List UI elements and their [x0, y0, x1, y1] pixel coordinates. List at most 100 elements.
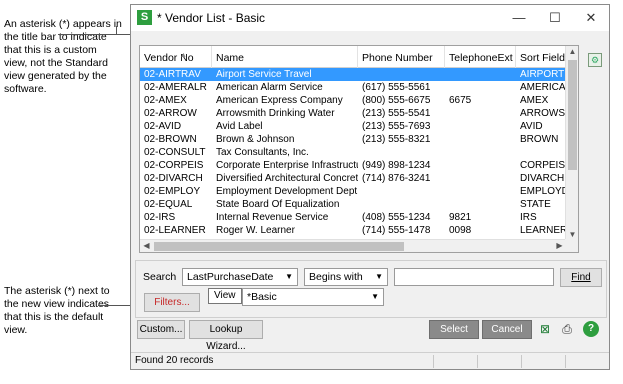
cancel-button[interactable]: Cancel: [482, 320, 532, 339]
custom-button[interactable]: Custom...: [137, 320, 185, 339]
cell-vendor-no: 02-CONSULT: [144, 147, 206, 158]
cell-vendor-no: 02-DIVARCH: [144, 173, 203, 184]
vertical-scrollbar[interactable]: ▲ ▼: [565, 46, 578, 240]
cell-sort-field: BROWN: [520, 134, 559, 145]
sort-up-icon: ▲: [180, 52, 187, 59]
close-button[interactable]: ✕: [573, 5, 609, 31]
view-select[interactable]: *Basic ▼: [242, 288, 384, 306]
sage-app-icon: S: [137, 10, 152, 25]
cell-vendor-no: 02-ARROW: [144, 108, 197, 119]
cell-vendor-no: 02-EQUAL: [144, 199, 193, 210]
table-row[interactable]: 02-CONSULT Tax Consultants, Inc.: [140, 146, 566, 159]
table-row[interactable]: 02-EMPLOY Employment Development Dept EMPL…: [140, 185, 566, 198]
cell-phone: (213) 555-7693: [362, 121, 431, 132]
cell-sort-field: AMERICAN: [520, 82, 566, 93]
cell-name: Airport Service Travel: [216, 69, 312, 80]
cell-vendor-no: 02-EMPLOY: [144, 186, 201, 197]
view-tooltip: View: [208, 288, 242, 304]
table-row[interactable]: 02-BROWN Brown & Johnson (213) 555-8321 BRO…: [140, 133, 566, 146]
table-row[interactable]: 02-AIRTRAV Airport Service Travel AIRPORT: [140, 68, 566, 81]
chevron-down-icon: ▼: [371, 292, 379, 301]
table-row[interactable]: 02-DIVARCH Diversified Architectural Conc…: [140, 172, 566, 185]
cell-sort-field: AMEX: [520, 95, 549, 106]
grid-header: ▲ Vendor No Name Phone Number TelephoneE…: [140, 46, 566, 68]
cell-telephone-ext: [445, 133, 516, 146]
cell-sort-field: AIRPORT: [520, 69, 565, 80]
window-title: * Vendor List - Basic: [157, 11, 266, 25]
column-header-name[interactable]: Name: [212, 46, 358, 68]
minimize-button[interactable]: —: [501, 5, 537, 31]
find-button[interactable]: Find: [560, 268, 602, 287]
status-cell: [521, 355, 561, 368]
cell-phone: [358, 146, 445, 159]
cell-sort-field: STATE: [520, 199, 551, 210]
cell-telephone-ext: 0098: [449, 225, 472, 236]
cell-name: Employment Development Dept: [216, 186, 358, 197]
search-operator-select[interactable]: Begins with ▼: [304, 268, 388, 286]
cell-name: American Alarm Service: [216, 82, 323, 93]
column-header-phone[interactable]: Phone Number: [358, 46, 445, 68]
horizontal-scroll-thumb[interactable]: [154, 242, 404, 251]
search-value-input[interactable]: [394, 268, 554, 286]
scroll-up-icon[interactable]: ▲: [566, 47, 578, 56]
table-row[interactable]: 02-EQUAL State Board Of Equalization STATE: [140, 198, 566, 211]
cell-telephone-ext: [445, 172, 516, 185]
cell-phone: (617) 555-5561: [362, 82, 431, 93]
status-bar: Found 20 records: [131, 352, 609, 369]
cell-phone: (949) 898-1234: [362, 160, 431, 171]
cell-phone: (714) 876-3241: [362, 173, 431, 184]
filters-button[interactable]: Filters...: [144, 293, 200, 312]
cell-sort-field: AVID: [520, 121, 543, 132]
cell-vendor-no: 02-AVID: [144, 121, 182, 132]
cell-vendor-no: 02-AMEX: [144, 95, 187, 106]
search-panel: Search LastPurchaseDate ▼ Begins with ▼ Fi…: [135, 260, 607, 318]
cell-telephone-ext: [445, 68, 516, 81]
cell-telephone-ext: [445, 198, 516, 211]
cell-name: Roger W. Learner: [216, 225, 295, 236]
cell-name: Tax Consultants, Inc.: [216, 147, 309, 158]
table-row[interactable]: 02-AMERALR American Alarm Service (617) 55…: [140, 81, 566, 94]
table-row[interactable]: 02-IRS Internal Revenue Service (408) 555-…: [140, 211, 566, 224]
callout-default-view: The asterisk (*) next to the new view in…: [4, 285, 110, 336]
cell-telephone-ext: [445, 159, 516, 172]
lookup-wizard-button[interactable]: Lookup Wizard...: [189, 320, 263, 352]
cell-vendor-no: 02-AMERALR: [144, 82, 207, 93]
cell-phone: [358, 68, 445, 81]
table-row[interactable]: 02-ARROW Arrowsmith Drinking Water (213) 5…: [140, 107, 566, 120]
scroll-left-icon[interactable]: ◀: [140, 241, 153, 250]
horizontal-scrollbar[interactable]: ◀ ▶: [140, 239, 566, 252]
cell-sort-field: LEARNER: [520, 225, 566, 236]
cell-telephone-ext: [445, 107, 516, 120]
cell-telephone-ext: [445, 81, 516, 94]
help-icon[interactable]: ?: [583, 321, 599, 337]
export-excel-icon[interactable]: ⊠: [537, 321, 553, 337]
cell-name: Corporate Enterprise Infrastructu...: [216, 160, 358, 171]
grid-rows: 02-AIRTRAV Airport Service Travel AIRPORT 0…: [140, 68, 566, 237]
cell-vendor-no: 02-AIRTRAV: [144, 69, 201, 80]
table-row[interactable]: 02-CORPEIS Corporate Enterprise Infrastru…: [140, 159, 566, 172]
cell-phone: [358, 185, 445, 198]
cell-sort-field: DIVARCH: [520, 173, 565, 184]
table-row[interactable]: 02-AMEX American Express Company (800) 555…: [140, 94, 566, 107]
table-row[interactable]: 02-AVID Avid Label (213) 555-7693 AVID: [140, 120, 566, 133]
chevron-down-icon: ▼: [375, 272, 383, 281]
maximize-button[interactable]: ☐: [537, 5, 573, 31]
vertical-scroll-thumb[interactable]: [568, 60, 577, 170]
search-field-select[interactable]: LastPurchaseDate ▼: [182, 268, 298, 286]
select-button[interactable]: Select: [429, 320, 479, 339]
status-cell: [565, 355, 605, 368]
vendor-grid[interactable]: ▲ Vendor No Name Phone Number TelephoneE…: [139, 45, 579, 253]
cell-phone: (714) 555-1478: [362, 225, 431, 236]
status-cell: [477, 355, 517, 368]
column-header-telephone-ext[interactable]: TelephoneExt: [445, 46, 516, 68]
table-row[interactable]: 02-LEARNER Roger W. Learner (714) 555-1478…: [140, 224, 566, 237]
cell-name: Arrowsmith Drinking Water: [216, 108, 335, 119]
cell-name: State Board Of Equalization: [216, 199, 340, 210]
cell-telephone-ext: 6675: [449, 95, 472, 106]
column-settings-icon[interactable]: ⚙: [588, 53, 602, 67]
scroll-down-icon[interactable]: ▼: [566, 230, 578, 239]
column-header-sort-field[interactable]: Sort Field: [516, 46, 566, 68]
cell-name: Diversified Architectural Concret...: [216, 173, 358, 184]
column-header-vendor-no[interactable]: ▲ Vendor No: [140, 46, 212, 68]
print-icon[interactable]: ⎙: [559, 321, 575, 337]
